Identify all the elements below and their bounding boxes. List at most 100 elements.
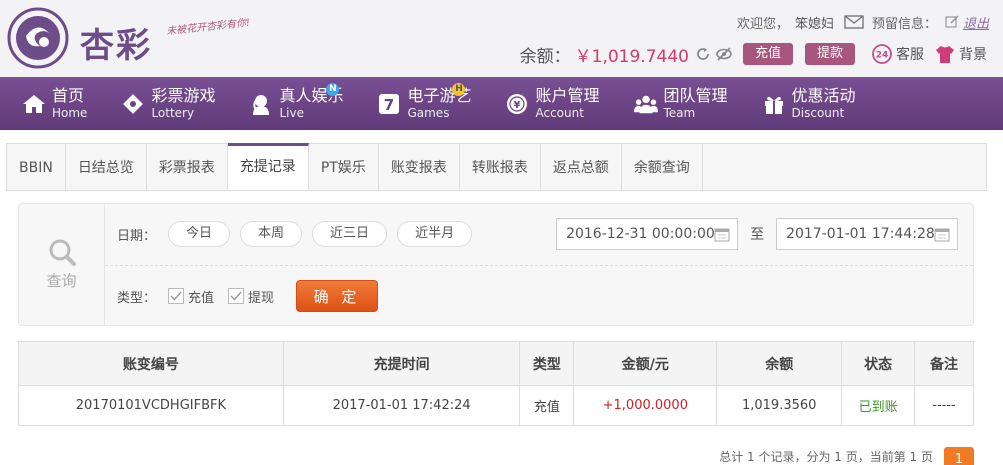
type-withdraw-checkbox[interactable]: 提现 xyxy=(228,287,274,306)
skin-label: 背景 xyxy=(959,47,987,63)
end-date-value: 2017-01-01 17:44:28 xyxy=(786,226,935,242)
logout-link[interactable]: 退出 xyxy=(963,13,989,32)
nav-account-cn: 账户管理 xyxy=(535,86,600,105)
cell-time: 2017-01-01 17:42:24 xyxy=(282,385,521,426)
nav-discount[interactable]: 优惠活动 Discount xyxy=(740,77,868,130)
confirm-button[interactable]: 确 定 xyxy=(296,280,379,312)
range-halfmonth-button[interactable]: 近半月 xyxy=(397,221,473,247)
nav-discount-cn: 优惠活动 xyxy=(791,86,856,105)
nav-team[interactable]: 团队管理 Team xyxy=(612,77,740,130)
query-title-block: 查询 xyxy=(19,204,105,325)
main-nav: 首页 Home 彩票游戏 Lottery 真人娱乐 Live N 7 电子游艺 Game… xyxy=(0,77,1003,130)
customer-service-label: 客服 xyxy=(896,47,924,63)
range-3days-button[interactable]: 近三日 xyxy=(312,221,388,247)
nav-live-en: Live xyxy=(279,106,304,120)
report-tabs: BBIN 日结总览 彩票报表 充提记录 PT娱乐 账变报表 转账报表 返点总额 … xyxy=(6,143,987,191)
end-date-input[interactable]: 2017-01-01 17:44:28 xyxy=(776,218,959,250)
query-title: 查询 xyxy=(46,272,77,290)
shirt-icon xyxy=(936,46,954,63)
nav-account[interactable]: ¥ 账户管理 Account xyxy=(483,77,611,130)
username: 笨媳妇 xyxy=(794,16,834,32)
type-label: 类型： xyxy=(117,290,157,306)
logo-emblem-icon xyxy=(7,7,69,69)
welcome-text: 欢迎您， xyxy=(736,16,789,32)
games-icon: 7 xyxy=(377,92,401,116)
hide-balance-icon[interactable] xyxy=(715,46,733,62)
tab-lottery-report[interactable]: 彩票报表 xyxy=(147,144,228,190)
svg-text:7: 7 xyxy=(384,96,394,114)
nav-live[interactable]: 真人娱乐 Live N xyxy=(227,77,355,130)
date-label: 日期： xyxy=(117,228,157,244)
refresh-icon[interactable] xyxy=(695,46,711,62)
cell-amount: +1,000.0000 xyxy=(573,385,718,426)
checkmark-icon xyxy=(228,288,245,304)
nav-lottery-cn: 彩票游戏 xyxy=(151,86,216,105)
calendar-icon xyxy=(934,228,950,242)
gift-icon xyxy=(762,92,786,116)
balance-row: 余额： ￥1,019.7440 充值 提款 24 客服 背景 xyxy=(519,42,987,67)
customer-service-link[interactable]: 24 客服 xyxy=(871,43,924,65)
nav-home-en: Home xyxy=(52,106,88,120)
balance-label: 余额： xyxy=(519,46,571,67)
type-deposit-checkbox[interactable]: 充值 xyxy=(168,287,214,306)
col-amount: 金额/元 xyxy=(573,341,718,386)
nav-home[interactable]: 首页 Home xyxy=(0,77,99,130)
tab-daily-summary[interactable]: 日结总览 xyxy=(66,144,147,190)
start-date-value: 2016-12-31 00:00:00 xyxy=(566,226,715,242)
tab-balance-query[interactable]: 余额查询 xyxy=(622,144,703,190)
range-week-button[interactable]: 本周 xyxy=(240,221,303,247)
col-remark: 备注 xyxy=(914,341,974,386)
nav-team-cn: 团队管理 xyxy=(663,86,728,105)
svg-text:24: 24 xyxy=(876,51,889,61)
calendar-icon xyxy=(714,228,730,242)
svg-text:¥: ¥ xyxy=(514,100,521,111)
table-header-row: 账变编号 充提时间 类型 金额/元 余额 状态 备注 xyxy=(18,341,974,386)
date-row: 日期： 今日 本周 近三日 近半月 2016-12-31 00:00:00 至 … xyxy=(117,218,959,250)
start-date-input[interactable]: 2016-12-31 00:00:00 xyxy=(556,218,739,250)
header: 杏彩 未被花开杏彩有你! 欢迎您， 笨媳妇 预留信息： 退出 余额： ￥1,01… xyxy=(0,0,1003,77)
notice-label: 预留信息： xyxy=(871,16,937,32)
type-row: 类型： 充值 提现 确 定 xyxy=(117,280,379,312)
deposit-button[interactable]: 充值 xyxy=(742,43,793,65)
headset-24-icon: 24 xyxy=(872,44,892,64)
tab-transfer-report[interactable]: 转账报表 xyxy=(460,144,541,190)
edit-icon[interactable] xyxy=(945,15,959,29)
tab-deposit-withdraw-records[interactable]: 充提记录 xyxy=(227,143,309,190)
nav-team-en: Team xyxy=(663,106,696,120)
table-row: 20170101VCDHGIFBFK 2017-01-01 17:42:24 充… xyxy=(18,385,974,426)
range-today-button[interactable]: 今日 xyxy=(168,221,231,247)
query-panel: 查询 日期： 今日 本周 近三日 近半月 2016-12-31 00:00:00… xyxy=(18,203,974,326)
nav-home-cn: 首页 xyxy=(52,86,85,105)
nav-lottery-en: Lottery xyxy=(151,106,195,120)
user-row: 欢迎您， 笨媳妇 预留信息： 退出 xyxy=(737,12,989,32)
team-icon xyxy=(633,92,658,116)
withdraw-button[interactable]: 提款 xyxy=(804,43,855,65)
balance-value: ￥1,019.7440 xyxy=(574,46,689,67)
mail-icon[interactable] xyxy=(844,15,864,29)
cell-transaction-id: 20170101VCDHGIFBFK xyxy=(18,385,284,426)
col-transaction-id: 账变编号 xyxy=(18,341,284,386)
checkmark-icon xyxy=(168,288,185,304)
nav-games[interactable]: 7 电子游艺 Games H xyxy=(355,77,483,130)
to-label: 至 xyxy=(750,227,765,243)
cell-type: 充值 xyxy=(519,385,575,426)
logo-text: 杏彩 xyxy=(80,26,152,66)
tab-bbin[interactable]: BBIN xyxy=(7,144,66,190)
page-1-button[interactable]: 1 xyxy=(944,447,974,465)
logo[interactable]: 杏彩 未被花开杏彩有你! xyxy=(6,6,251,72)
records-table: 账变编号 充提时间 类型 金额/元 余额 状态 备注 20170101VCDHG… xyxy=(18,341,974,426)
tab-pt[interactable]: PT娱乐 xyxy=(309,144,379,190)
col-time: 充提时间 xyxy=(282,341,521,386)
skin-link[interactable]: 背景 xyxy=(934,44,987,64)
home-icon xyxy=(22,92,46,116)
type-withdraw-label: 提现 xyxy=(248,290,275,306)
tab-account-change-report[interactable]: 账变报表 xyxy=(379,144,460,190)
cell-status: 已到账 xyxy=(841,385,916,426)
query-divider xyxy=(105,265,973,266)
tab-rebate-total[interactable]: 返点总额 xyxy=(541,144,622,190)
search-icon xyxy=(49,239,76,266)
live-icon xyxy=(249,92,273,116)
col-balance: 余额 xyxy=(716,341,843,386)
nav-lottery[interactable]: 彩票游戏 Lottery xyxy=(99,77,227,130)
cell-balance: 1,019.3560 xyxy=(716,385,843,426)
